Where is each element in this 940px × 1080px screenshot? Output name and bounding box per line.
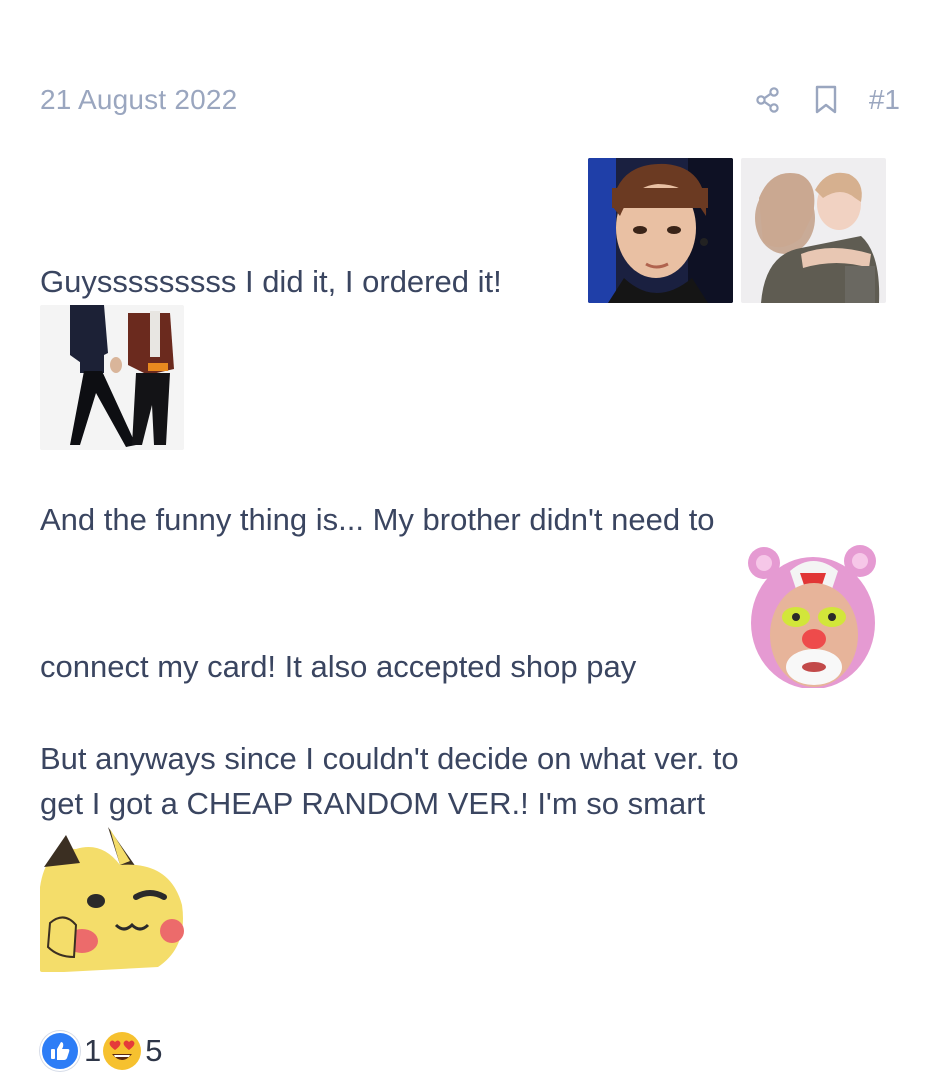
gif-crying-woman[interactable] bbox=[588, 158, 733, 303]
reaction-like[interactable]: 1 bbox=[40, 1031, 101, 1071]
thumbs-up-icon bbox=[40, 1031, 80, 1071]
reaction-love[interactable]: 5 bbox=[103, 1032, 163, 1070]
gif-walking-men[interactable] bbox=[40, 305, 184, 450]
post-text-line: Guysssssssss I did it, I ordered it! bbox=[40, 264, 502, 299]
heart-eyes-icon bbox=[103, 1032, 142, 1070]
post-actions: #1 bbox=[753, 84, 900, 116]
sticker-pikachu-thinking[interactable] bbox=[40, 827, 184, 972]
post-text-line: And the funny thing is... My brother did… bbox=[40, 502, 715, 537]
post-header: 21 August 2022 #1 bbox=[40, 78, 900, 122]
reaction-count: 1 bbox=[84, 1033, 102, 1068]
bookmark-icon[interactable] bbox=[811, 85, 841, 115]
gif-hug[interactable] bbox=[741, 158, 886, 303]
post-text-line: get I got a CHEAP RANDOM VER.! I'm so sm… bbox=[40, 786, 706, 821]
reactions-bar: 1 5 bbox=[40, 1026, 163, 1076]
share-icon[interactable] bbox=[753, 85, 783, 115]
sticker-pink-panther-hood[interactable] bbox=[742, 545, 884, 688]
post-date: 21 August 2022 bbox=[40, 84, 238, 115]
post-text-line: connect my card! It also accepted shop p… bbox=[40, 649, 637, 684]
reaction-count: 5 bbox=[145, 1033, 163, 1068]
post-text-line: But anyways since I couldn't decide on w… bbox=[40, 741, 739, 776]
post-number-link[interactable]: #1 bbox=[869, 84, 900, 116]
